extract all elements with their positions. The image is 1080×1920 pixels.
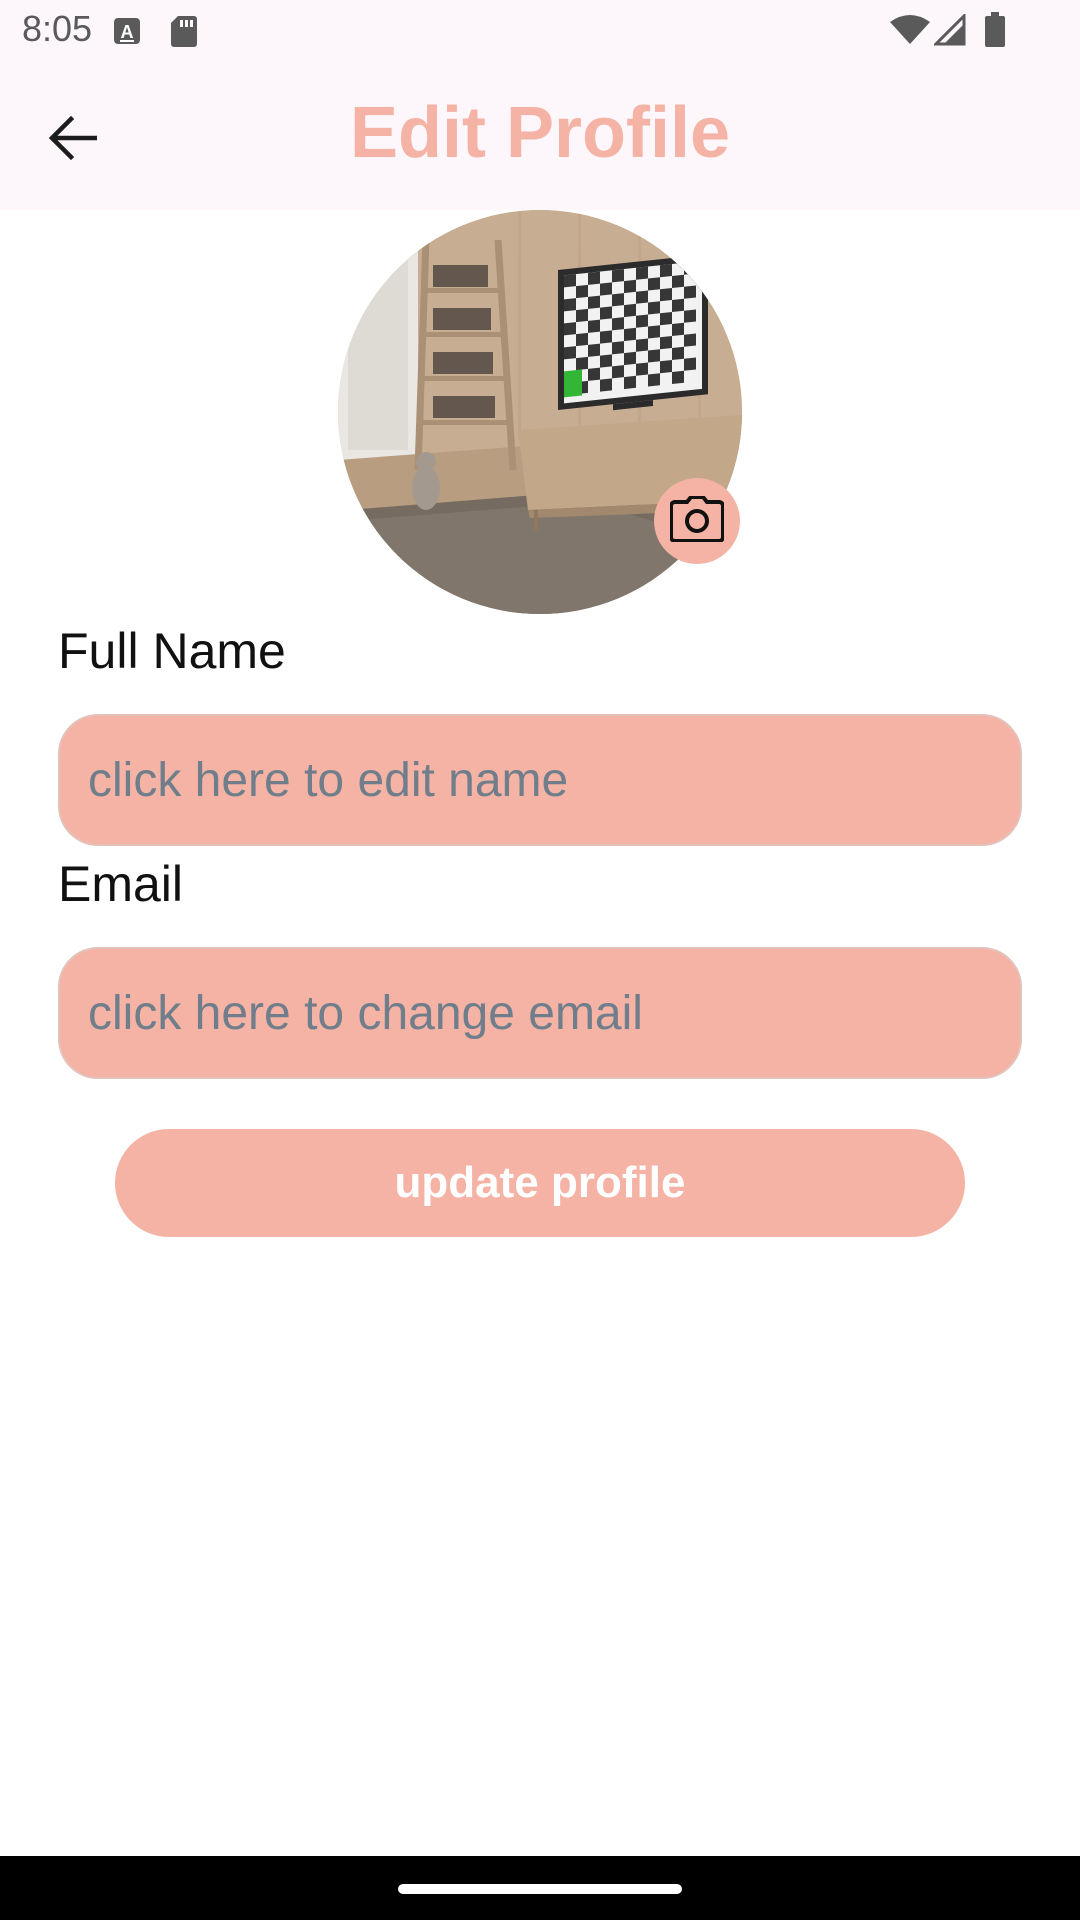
system-navigation-bar <box>0 1856 1080 1920</box>
status-time: 8:05 <box>22 8 93 49</box>
wifi-icon <box>890 14 930 51</box>
battery-icon <box>984 12 1006 53</box>
full-name-input[interactable] <box>58 714 1022 846</box>
page-title: Edit Profile <box>349 93 731 173</box>
email-input[interactable] <box>58 947 1022 1079</box>
keyboard-a-icon: A <box>112 16 142 51</box>
sd-card-icon <box>170 14 198 53</box>
full-name-label: Full Name <box>58 623 286 679</box>
signal-icon <box>932 12 966 51</box>
update-profile-button[interactable]: update profile <box>115 1129 965 1237</box>
change-photo-button[interactable] <box>654 478 740 564</box>
top-app-bar: Edit Profile <box>0 64 1080 210</box>
email-label: Email <box>58 856 184 912</box>
camera-icon <box>669 494 725 547</box>
home-gesture-handle[interactable] <box>398 1884 682 1894</box>
avatar-section <box>338 210 742 614</box>
status-bar: 8:05 A <box>0 0 1080 64</box>
svg-text:A: A <box>121 22 134 42</box>
